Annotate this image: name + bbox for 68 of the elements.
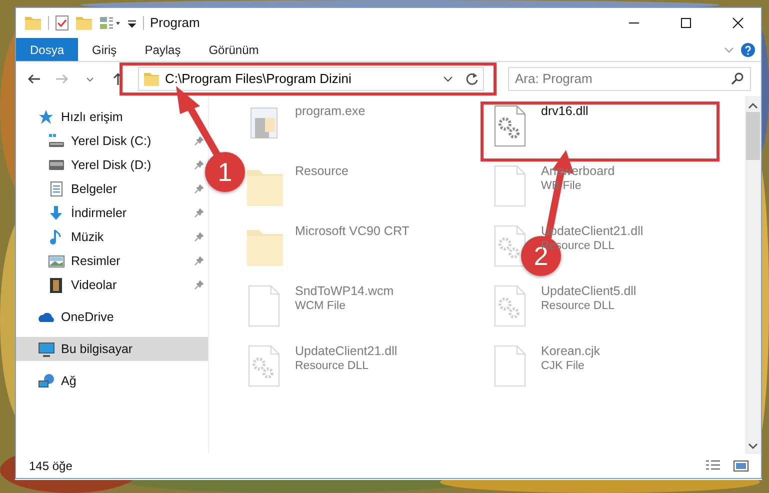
sidebar-item[interactable]: Yerel Disk (D:) <box>16 153 208 177</box>
sidebar-item[interactable]: Ağ <box>16 369 208 393</box>
search-icon <box>730 72 744 86</box>
scrollbar[interactable] <box>745 96 761 454</box>
file-type: Resource DLL <box>541 299 616 314</box>
pin-icon[interactable] <box>194 280 204 290</box>
sidebar-item[interactable]: Müzik <box>16 225 208 249</box>
sidebar-item[interactable]: İndirmeler <box>16 201 208 225</box>
sidebar-item[interactable]: OneDrive <box>16 305 208 329</box>
sidebar-item[interactable]: Resimler <box>16 249 208 273</box>
help-icon[interactable] <box>741 42 755 56</box>
forward-icon <box>55 72 69 86</box>
pin-icon[interactable] <box>194 136 204 146</box>
pin-icon[interactable] <box>194 160 204 170</box>
ribbon-tab[interactable]: Paylaş <box>130 38 195 61</box>
file-name[interactable]: SndToWP14.wcm <box>295 284 394 299</box>
arrow <box>176 86 222 158</box>
pin-icon[interactable] <box>194 232 204 242</box>
properties-icon[interactable] <box>55 15 69 31</box>
computer-icon <box>38 341 55 357</box>
sidebar-item[interactable]: Yerel Disk (C:) <box>16 129 208 153</box>
large-icons-view-icon <box>733 459 749 473</box>
sidebar-item[interactable]: Bu bilgisayar <box>16 337 208 361</box>
item-count: 145 öğe <box>29 458 72 475</box>
window-title: Program <box>150 14 200 32</box>
picture-icon <box>48 253 65 269</box>
file-name[interactable]: Korean.cjk <box>541 344 600 359</box>
sidebar-item[interactable]: Belgeler <box>16 177 208 201</box>
document-icon <box>48 181 65 197</box>
refresh-icon[interactable] <box>465 72 479 86</box>
sidebar-item[interactable]: Videolar <box>16 273 208 297</box>
new-folder-icon[interactable] <box>75 15 93 31</box>
search-box[interactable]: Ara: Program <box>508 67 751 91</box>
pin-icon[interactable] <box>194 184 204 194</box>
chevron-down-icon[interactable] <box>443 74 453 84</box>
back-icon <box>27 72 41 86</box>
file-type: WCM File <box>295 299 346 314</box>
network-icon <box>38 373 55 389</box>
ribbon-tab[interactable]: Dosya <box>16 38 78 61</box>
ribbon-tab[interactable]: Görünüm <box>194 38 273 61</box>
scroll-up-icon[interactable] <box>748 102 758 110</box>
file-name[interactable]: drv16.dll <box>541 104 588 119</box>
film-icon <box>48 277 65 293</box>
file-type: CJK File <box>541 359 586 374</box>
file-name[interactable]: Microsoft VC90 CRT <box>295 224 410 239</box>
file-name[interactable]: Resource <box>295 164 348 179</box>
ribbon-tab[interactable]: Giriş <box>78 38 131 61</box>
search-field[interactable]: Ara: Program <box>515 69 730 89</box>
file-name[interactable]: program.exe <box>295 104 366 119</box>
file-name[interactable]: UpdateClient21.dll <box>295 344 398 359</box>
sidebar-item[interactable]: Hızlı erişim <box>16 105 208 129</box>
file-name[interactable]: UpdateClient5.dll <box>541 284 636 299</box>
scroll-down-icon[interactable] <box>748 442 758 450</box>
scroll-thumb[interactable] <box>746 112 760 160</box>
view-list-icon[interactable] <box>99 15 121 31</box>
pin-icon[interactable] <box>194 256 204 266</box>
file-type: Resource DLL <box>295 359 370 374</box>
folder-icon[interactable] <box>24 15 42 31</box>
folder-icon <box>143 71 159 87</box>
drive-icon <box>48 157 65 173</box>
address-field[interactable]: C:\Program Files\Program Dizini <box>165 69 437 89</box>
download-icon <box>48 205 65 221</box>
drive-icon <box>48 133 65 149</box>
address-bar[interactable]: C:\Program Files\Program Dizini <box>138 67 484 91</box>
close-icon <box>732 17 744 29</box>
maximize-icon <box>680 17 692 29</box>
pin-icon[interactable] <box>194 208 204 218</box>
star-icon <box>38 109 55 125</box>
